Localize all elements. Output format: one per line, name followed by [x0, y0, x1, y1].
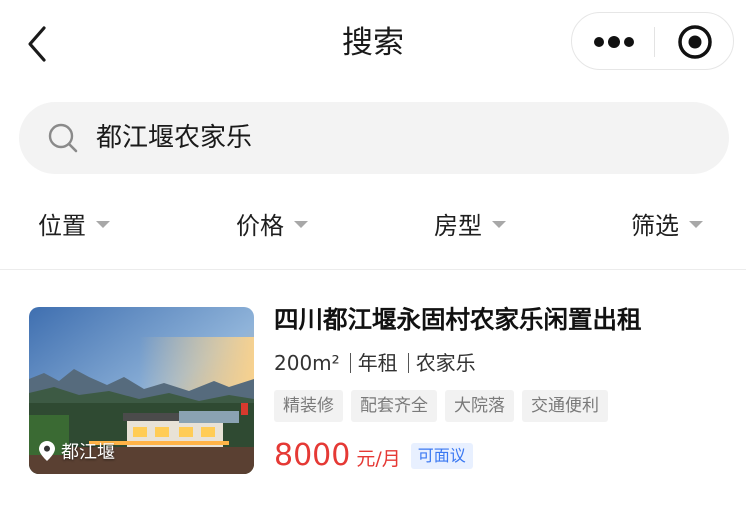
filter-label: 筛选: [631, 211, 679, 240]
caret-down-icon: [294, 220, 308, 228]
filter-label: 房型: [434, 211, 482, 240]
meta-separator: [349, 353, 351, 373]
tag: 精装修: [274, 390, 343, 422]
filter-location[interactable]: 位置: [38, 200, 110, 246]
caret-down-icon: [492, 220, 506, 228]
listing-lease: 年租: [357, 351, 398, 375]
filter-label: 位置: [38, 211, 86, 240]
filter-more[interactable]: 筛选: [631, 200, 703, 246]
meta-separator: [407, 353, 409, 373]
listing-type: 农家乐: [415, 351, 476, 375]
nav-bar: 搜索: [0, 0, 746, 88]
capsule-divider: [654, 27, 655, 57]
tag: 交通便利: [522, 390, 608, 422]
location-badge: 都江堰: [39, 438, 115, 464]
search-input[interactable]: 都江堰农家乐: [96, 117, 252, 159]
price-row: 8000 元/月 可面议: [274, 436, 473, 476]
mini-program-capsule: [571, 12, 734, 70]
location-pin-icon: [39, 441, 55, 461]
listing-thumbnail[interactable]: 都江堰: [29, 307, 254, 474]
filter-room-type[interactable]: 房型: [434, 200, 506, 246]
listing-area: 200m²: [274, 351, 340, 375]
location-label: 都江堰: [61, 442, 115, 463]
tag: 配套齐全: [351, 390, 437, 422]
listing-title[interactable]: 四川都江堰永固村农家乐闲置出租: [274, 300, 642, 340]
listing-price: 8000: [274, 438, 351, 473]
filter-price[interactable]: 价格: [236, 200, 308, 246]
tag: 大院落: [445, 390, 514, 422]
negotiable-badge: 可面议: [410, 443, 473, 469]
caret-down-icon: [96, 220, 110, 228]
search-icon: [48, 123, 78, 153]
divider: [0, 269, 746, 270]
caret-down-icon: [689, 220, 703, 228]
search-bar[interactable]: 都江堰农家乐: [19, 102, 729, 174]
target-close-icon[interactable]: [676, 23, 714, 61]
more-dots-icon[interactable]: [592, 31, 636, 53]
listing-card[interactable]: 都江堰 四川都江堰永固村农家乐闲置出租 200m² 年租 农家乐 精装修 配套齐…: [0, 290, 746, 490]
filter-bar: 位置 价格 房型 筛选: [0, 188, 746, 258]
listing-meta: 200m² 年租 农家乐: [274, 347, 476, 379]
price-unit: 元/月: [356, 448, 401, 470]
filter-label: 价格: [236, 211, 284, 240]
listing-tags: 精装修 配套齐全 大院落 交通便利: [274, 390, 608, 422]
